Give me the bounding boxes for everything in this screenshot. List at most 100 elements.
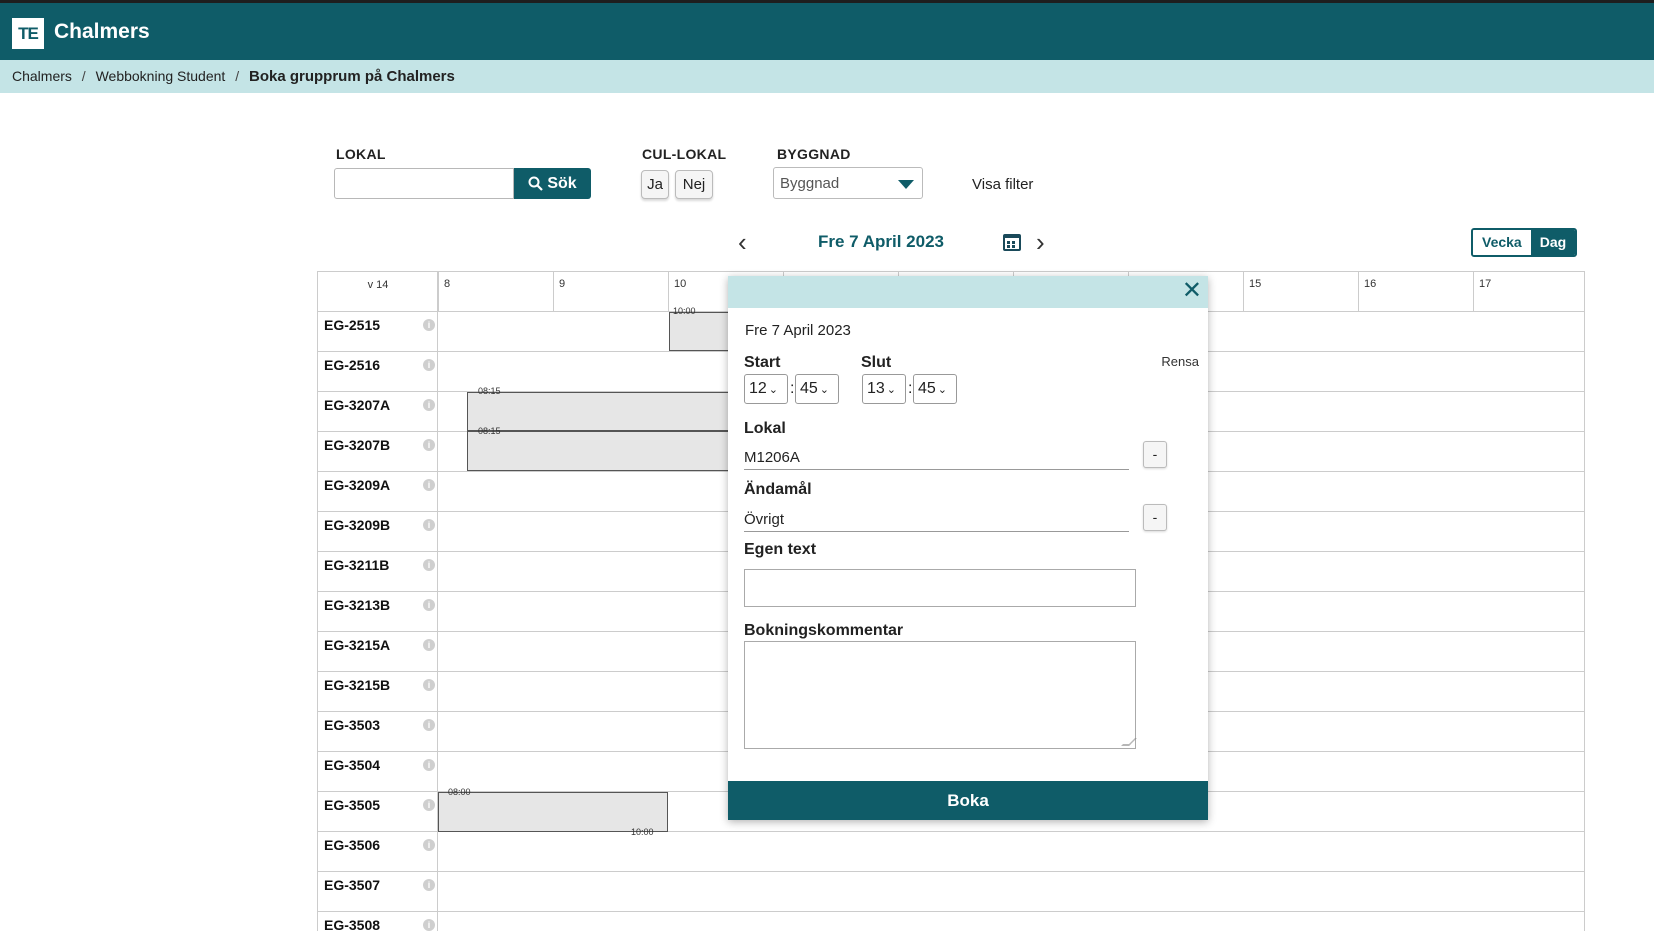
te-logo[interactable]: TE	[12, 18, 44, 49]
end-minute-select[interactable]: 45 ⌄	[913, 374, 957, 404]
room-label[interactable]: EG-3207B	[324, 437, 390, 453]
info-icon[interactable]: i	[423, 679, 435, 691]
info-icon[interactable]: i	[423, 719, 435, 731]
info-icon[interactable]: i	[423, 879, 435, 891]
room-label[interactable]: EG-3215B	[324, 677, 390, 693]
info-icon[interactable]: i	[423, 799, 435, 811]
end-hour-select[interactable]: 13 ⌄	[862, 374, 906, 404]
current-date-title: Fre 7 April 2023	[818, 232, 944, 251]
prev-day-button[interactable]: ‹	[738, 229, 747, 255]
cul-no-button[interactable]: Nej	[675, 170, 713, 199]
andamal-value: Övrigt	[744, 511, 1129, 532]
room-label[interactable]: EG-3507	[324, 877, 380, 893]
visa-filter-link[interactable]: Visa filter	[972, 176, 1033, 193]
byggnad-select-value: Byggnad	[780, 175, 840, 192]
room-label[interactable]: EG-3209B	[324, 517, 390, 533]
booking-block[interactable]	[438, 792, 668, 832]
booking-block[interactable]	[467, 392, 737, 431]
booking-start-time: 08:00	[448, 787, 471, 797]
lokal-filter-label: LOKAL	[336, 146, 386, 162]
room-label[interactable]: EG-3503	[324, 717, 380, 733]
lokal-search-input[interactable]	[334, 168, 514, 199]
start-minute-value: 45	[800, 380, 818, 397]
remove-andamal-button[interactable]: -	[1143, 504, 1167, 531]
cul-yes-button[interactable]: Ja	[641, 170, 669, 199]
andamal-label: Ändamål	[744, 481, 812, 498]
chevron-down-icon: ⌄	[886, 384, 897, 396]
breadcrumb-chalmers[interactable]: Chalmers	[12, 68, 72, 84]
hour-column-header: 9	[553, 272, 668, 311]
room-label[interactable]: EG-3504	[324, 757, 380, 773]
room-label[interactable]: EG-2515	[324, 317, 380, 333]
chevron-down-icon: ⌄	[819, 384, 830, 396]
resize-handle-icon[interactable]	[1121, 738, 1137, 746]
next-day-button[interactable]: ›	[1036, 229, 1045, 255]
start-hour-select[interactable]: 12 ⌄	[744, 374, 788, 404]
room-label[interactable]: EG-3506	[324, 837, 380, 853]
room-label[interactable]: EG-3505	[324, 797, 380, 813]
info-icon[interactable]: i	[423, 759, 435, 771]
day-view-button[interactable]: Dag	[1530, 230, 1576, 255]
room-label[interactable]: EG-3207A	[324, 397, 390, 413]
booking-dialog: ✕ Fre 7 April 2023 Start Slut Rensa 12 ⌄ …	[728, 276, 1208, 820]
app-title[interactable]: Chalmers	[54, 20, 150, 44]
breadcrumb-current: Boka grupprum på Chalmers	[248, 68, 455, 85]
breadcrumb-separator: /	[235, 68, 240, 84]
info-icon[interactable]: i	[423, 479, 435, 491]
remove-lokal-button[interactable]: -	[1143, 441, 1167, 468]
bokningskommentar-label: Bokningskommentar	[744, 622, 904, 639]
info-icon[interactable]: i	[423, 519, 435, 531]
info-icon[interactable]: i	[423, 559, 435, 571]
week-view-button[interactable]: Vecka	[1473, 230, 1531, 255]
time-colon: :	[790, 380, 795, 397]
byggnad-label: BYGGNAD	[777, 146, 851, 162]
info-icon[interactable]: i	[423, 399, 435, 411]
cul-lokal-label: CUL-LOKAL	[642, 146, 727, 162]
booking-end-time: 10:00	[631, 827, 654, 837]
search-button-label: Sök	[547, 174, 577, 192]
search-button[interactable]: Sök	[514, 168, 591, 199]
info-icon[interactable]: i	[423, 439, 435, 451]
hour-column-header: 16	[1358, 272, 1473, 311]
room-label[interactable]: EG-3213B	[324, 597, 390, 613]
booking-start-time: 08:15	[478, 386, 501, 396]
calendar-icon[interactable]	[1003, 234, 1021, 251]
room-row[interactable]: EG-3506 i	[318, 832, 1584, 872]
room-row[interactable]: EG-3507 i	[318, 872, 1584, 912]
boka-button[interactable]: Boka	[728, 781, 1208, 820]
close-icon[interactable]: ✕	[1182, 278, 1202, 304]
byggnad-select[interactable]: Byggnad	[773, 167, 923, 199]
dialog-date: Fre 7 April 2023	[745, 322, 851, 339]
start-minute-select[interactable]: 45 ⌄	[795, 374, 839, 404]
booking-start-time: 08:15	[478, 426, 501, 436]
room-label[interactable]: EG-3209A	[324, 477, 390, 493]
room-label[interactable]: EG-3508	[324, 917, 380, 931]
rensa-link[interactable]: Rensa	[1161, 354, 1199, 369]
room-label[interactable]: EG-3211B	[324, 557, 389, 573]
search-icon	[528, 176, 544, 191]
info-icon[interactable]: i	[423, 319, 435, 331]
view-toggle: Vecka Dag	[1471, 228, 1578, 257]
caret-down-icon	[898, 180, 914, 189]
end-minute-value: 45	[918, 380, 936, 397]
end-hour-value: 13	[867, 380, 885, 397]
breadcrumb-separator: /	[81, 68, 86, 84]
slut-label: Slut	[861, 354, 892, 371]
dialog-header: ✕	[728, 276, 1208, 308]
start-hour-value: 12	[749, 380, 767, 397]
booking-block[interactable]	[467, 431, 737, 471]
info-icon[interactable]: i	[423, 639, 435, 651]
room-label[interactable]: EG-2516	[324, 357, 380, 373]
info-icon[interactable]: i	[423, 919, 435, 931]
chevron-down-icon: ⌄	[937, 384, 948, 396]
info-icon[interactable]: i	[423, 599, 435, 611]
bokningskommentar-textarea[interactable]	[744, 641, 1137, 749]
room-row[interactable]: EG-3508 i	[318, 912, 1584, 931]
egen-text-input[interactable]	[744, 569, 1136, 607]
room-label[interactable]: EG-3215A	[324, 637, 390, 653]
info-icon[interactable]: i	[423, 839, 435, 851]
breadcrumb-webbokning[interactable]: Webbokning Student	[96, 68, 226, 84]
time-colon: :	[908, 380, 913, 397]
hour-column-header: 8	[438, 272, 553, 311]
info-icon[interactable]: i	[423, 359, 435, 371]
